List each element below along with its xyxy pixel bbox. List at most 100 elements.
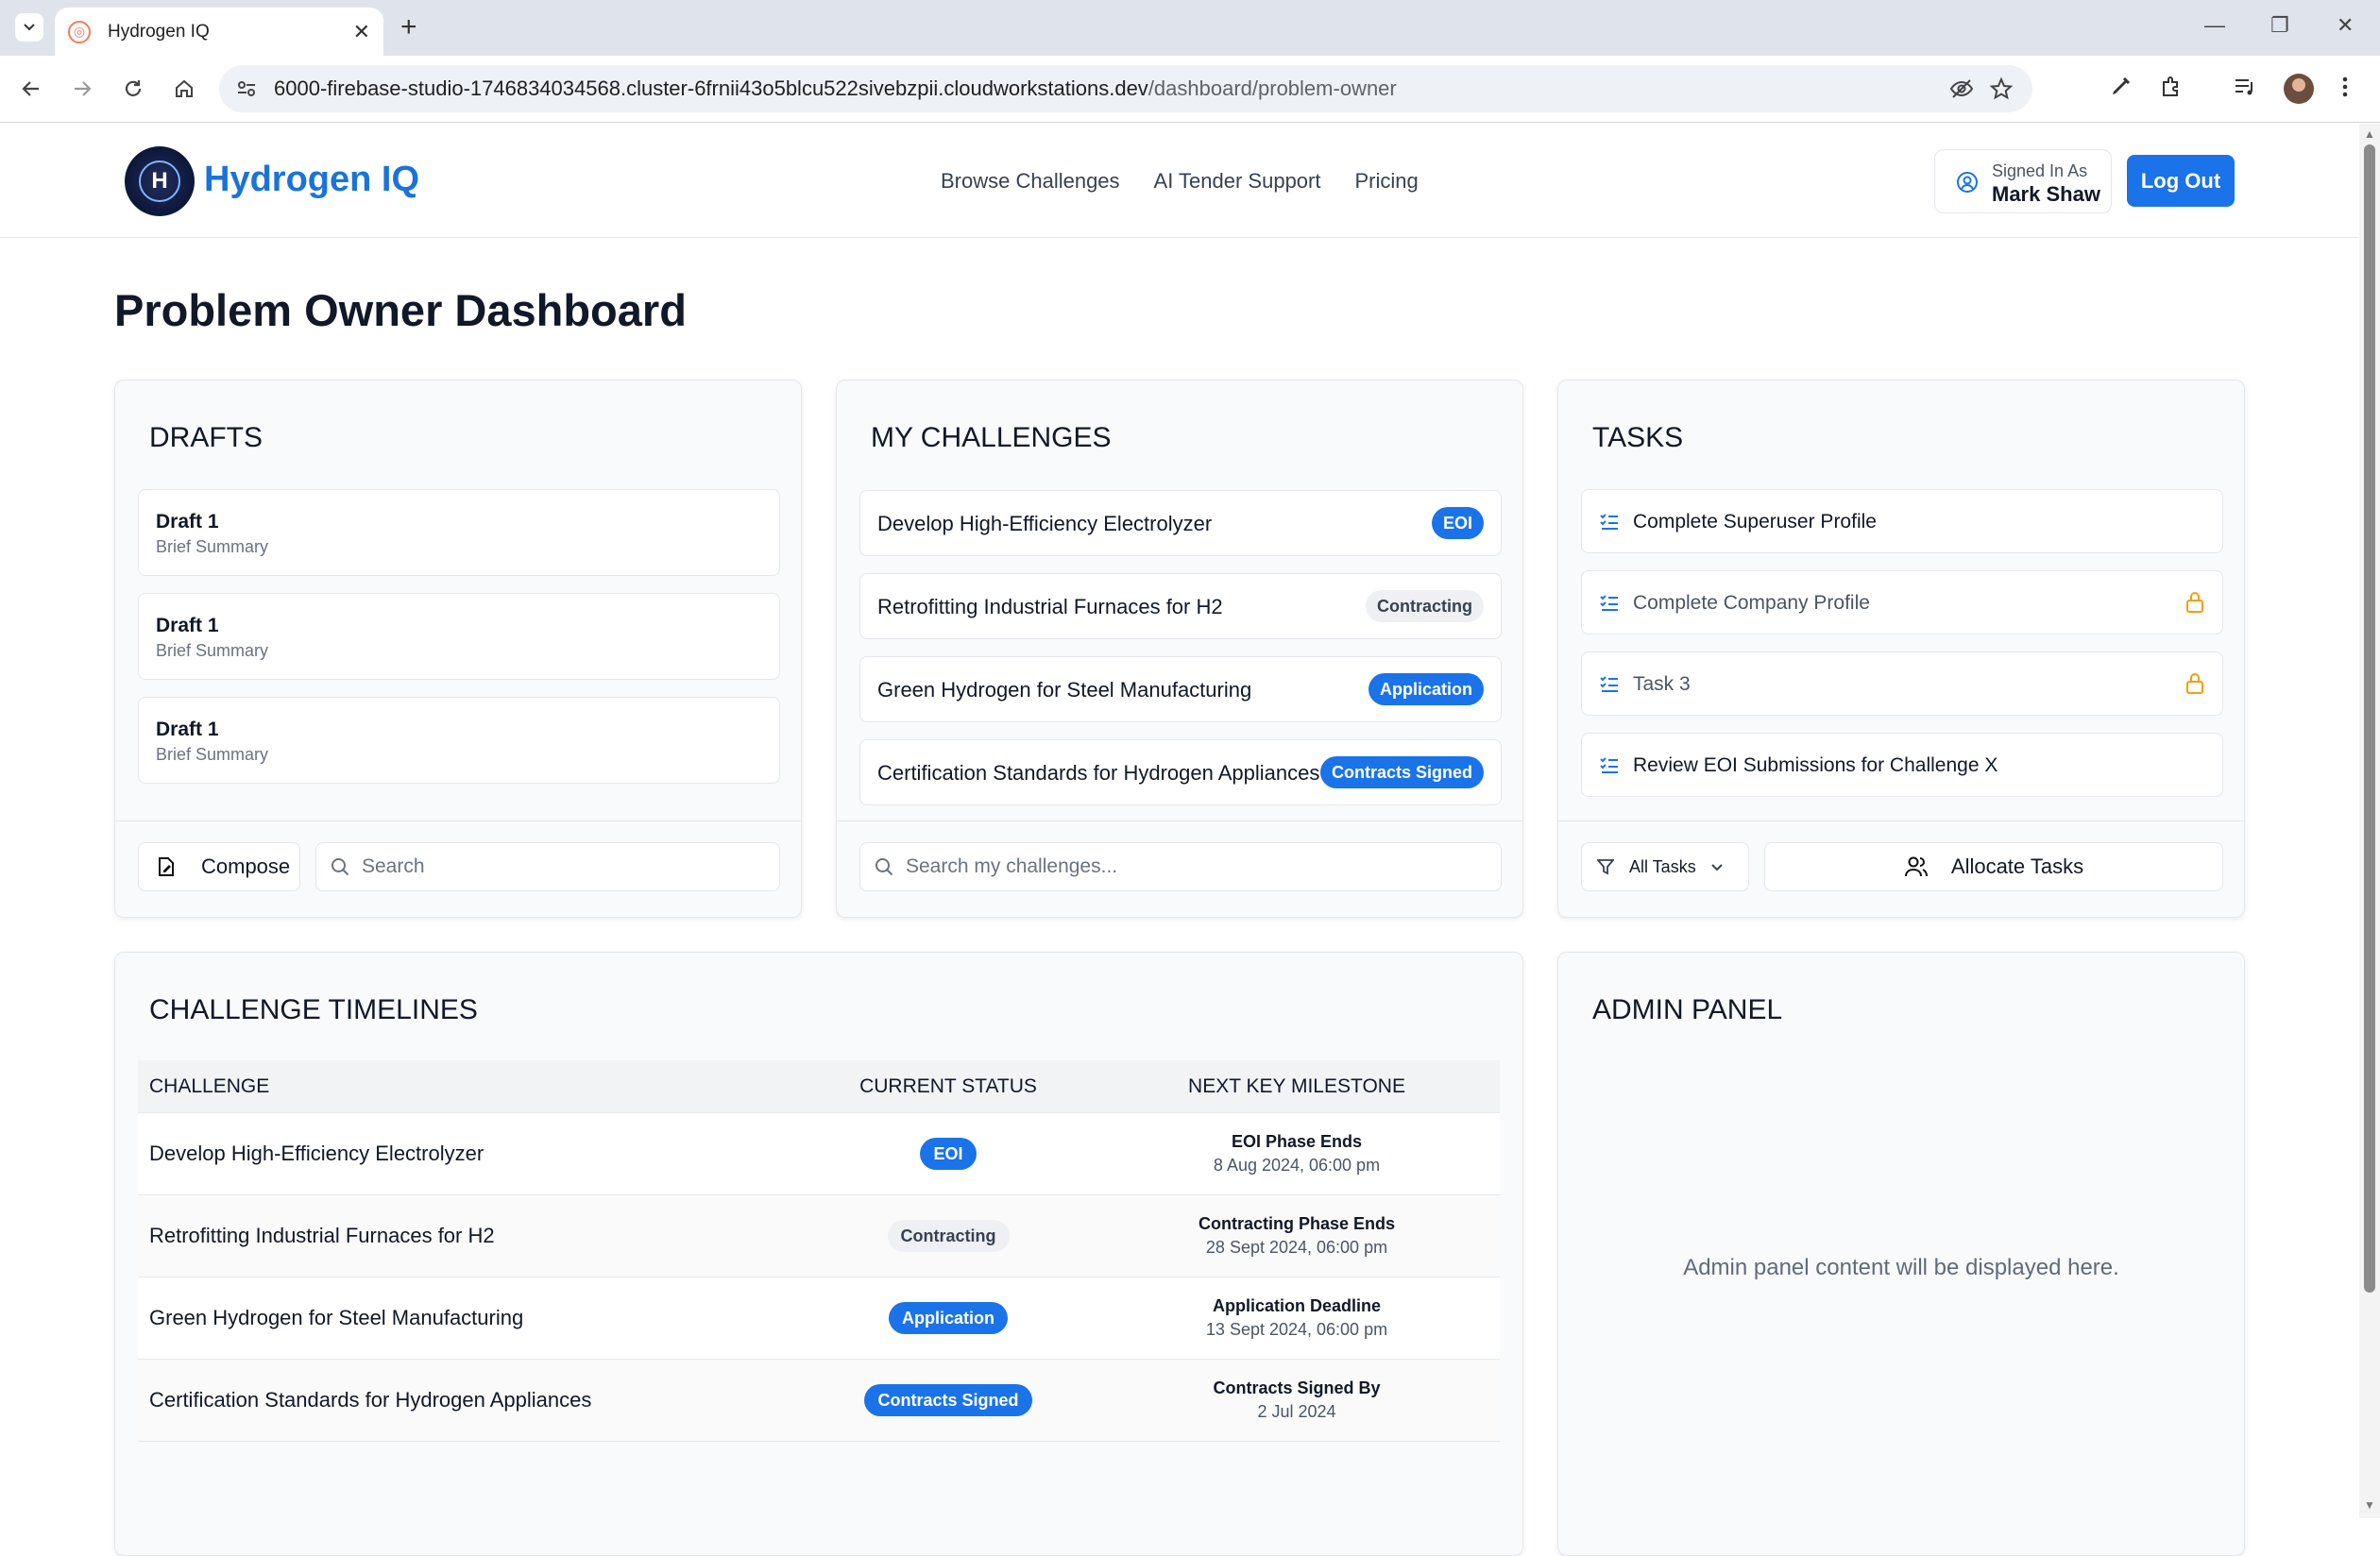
forward-button[interactable] [66, 73, 98, 105]
signed-in-label: Signed In As [1992, 161, 2088, 180]
draft-title: Draft 1 [156, 615, 219, 636]
eye-off-icon[interactable] [1949, 76, 1974, 101]
draft-summary: Brief Summary [156, 745, 269, 764]
status-badge: Contracts Signed [864, 1384, 1032, 1416]
table-row[interactable]: Certification Standards for Hydrogen App… [138, 1360, 1500, 1442]
browser-toolbar: 6000-firebase-studio-1746834034568.clust… [0, 56, 2380, 123]
nav-browse-challenges[interactable]: Browse Challenges [941, 169, 1120, 194]
reload-icon [125, 80, 142, 96]
my-challenges-title: MY CHALLENGES [871, 422, 1112, 453]
page-scrollbar[interactable]: ▲ ▼ [2359, 124, 2380, 1518]
task-title: Task 3 [1633, 673, 1691, 695]
bookmark-star-icon[interactable] [1989, 76, 2014, 101]
milestone-name: Application Deadline [1212, 1296, 1382, 1315]
draft-item[interactable]: Draft 1 Brief Summary [138, 697, 780, 784]
checklist-icon [1599, 592, 1620, 613]
admin-title: ADMIN PANEL [1592, 994, 1783, 1025]
draft-item[interactable]: Draft 1 Brief Summary [138, 489, 780, 576]
table-row[interactable]: Green Hydrogen for Steel Manufacturing A… [138, 1277, 1500, 1360]
home-icon [176, 79, 193, 97]
milestone-name: Contracting Phase Ends [1198, 1214, 1396, 1233]
scroll-up-icon[interactable]: ▲ [2364, 127, 2375, 141]
new-tab-button[interactable]: + [400, 11, 417, 43]
pen-icon[interactable] [2108, 75, 2133, 99]
milestone-date: 13 Sept 2024, 06:00 pm [1205, 1320, 1388, 1339]
challenge-title: Develop High-Efficiency Electrolyzer [877, 512, 1213, 535]
nav-ai-tender-support[interactable]: AI Tender Support [1154, 169, 1321, 194]
nav-pricing[interactable]: Pricing [1354, 169, 1418, 194]
close-tab-icon[interactable]: ✕ [353, 20, 370, 44]
url-path: /dashboard/problem-owner [1148, 76, 1397, 100]
draft-title: Draft 1 [156, 719, 219, 740]
site-info-icon[interactable] [236, 78, 259, 99]
table-row[interactable]: Retrofitting Industrial Furnaces for H2 … [138, 1195, 1500, 1277]
allocate-label: Allocate Tasks [1950, 854, 2084, 878]
admin-panel-card: ADMIN PANEL Admin panel content will be … [1557, 952, 2245, 1556]
back-button[interactable] [15, 73, 47, 105]
task-title: Complete Company Profile [1633, 592, 1870, 614]
extensions-icon[interactable] [2159, 75, 2184, 99]
signed-in-box[interactable]: Signed In As Mark Shaw [1934, 149, 2112, 213]
browser-tab-bar: ◎ Hydrogen IQ ✕ + — ❐ ✕ [0, 0, 2380, 56]
challenge-item[interactable]: Certification Standards for Hydrogen App… [859, 739, 1502, 805]
brand-name[interactable]: Hydrogen IQ [204, 160, 419, 200]
task-item[interactable]: Review EOI Submissions for Challenge X [1581, 733, 2223, 797]
reload-button[interactable] [117, 73, 149, 105]
profile-avatar[interactable] [2284, 74, 2314, 104]
drafts-card: DRAFTS Draft 1 Brief Summary Draft 1 Bri… [114, 380, 802, 918]
checklist-icon [1599, 511, 1620, 532]
table-row[interactable]: Develop High-Efficiency Electrolyzer EOI… [138, 1113, 1500, 1195]
task-title: Review EOI Submissions for Challenge X [1633, 754, 1998, 776]
address-bar[interactable]: 6000-firebase-studio-1746834034568.clust… [219, 65, 2032, 112]
allocate-tasks-button[interactable]: Allocate Tasks [1764, 842, 2223, 891]
page-title: Problem Owner Dashboard [114, 285, 687, 335]
compose-button[interactable]: Compose [138, 842, 300, 891]
challenge-item[interactable]: Green Hydrogen for Steel Manufacturing A… [859, 656, 1502, 722]
browser-tab[interactable]: ◎ Hydrogen IQ ✕ [55, 8, 383, 56]
close-window-icon[interactable]: ✕ [2337, 13, 2354, 38]
search-icon [874, 856, 894, 877]
task-item[interactable]: Complete Superuser Profile [1581, 489, 2223, 553]
task-filter-select[interactable]: All Tasks [1581, 842, 1749, 891]
timelines-table: CHALLENGE CURRENT STATUS NEXT KEY MILEST… [138, 1060, 1500, 1442]
restore-icon[interactable]: ❐ [2270, 13, 2289, 38]
scrollbar-thumb[interactable] [2364, 144, 2375, 1293]
logout-button[interactable]: Log Out [2127, 155, 2235, 207]
draft-item[interactable]: Draft 1 Brief Summary [138, 593, 780, 680]
drafts-search[interactable] [315, 842, 780, 891]
challenges-search-input[interactable] [906, 855, 1408, 878]
lock-icon [2184, 671, 2205, 696]
favicon-icon: ◎ [68, 20, 91, 43]
challenges-search[interactable] [859, 842, 1502, 891]
column-header: CHALLENGE [149, 1074, 270, 1097]
challenge-item[interactable]: Retrofitting Industrial Furnaces for H2 … [859, 573, 1502, 639]
chevron-down-icon [1709, 859, 1725, 874]
task-title: Complete Superuser Profile [1633, 511, 1877, 533]
user-name: Mark Shaw [1992, 182, 2100, 206]
search-icon [330, 856, 350, 877]
status-badge: Application [1368, 673, 1484, 705]
lock-icon [2184, 590, 2205, 615]
scroll-down-icon[interactable]: ▼ [2364, 1498, 2375, 1512]
status-badge: Contracting [887, 1220, 1010, 1252]
draft-title: Draft 1 [156, 511, 219, 533]
challenge-title: Retrofitting Industrial Furnaces for H2 [877, 595, 1223, 618]
challenge-item[interactable]: Develop High-Efficiency Electrolyzer EOI [859, 490, 1502, 556]
tab-title: Hydrogen IQ [108, 21, 210, 42]
drafts-search-input[interactable] [362, 855, 722, 878]
home-button[interactable] [168, 73, 200, 105]
hydrogen-iq-logo[interactable]: H [125, 146, 195, 216]
minimize-icon[interactable]: — [2204, 13, 2225, 38]
compose-icon [156, 856, 177, 877]
status-badge: EOI [920, 1138, 977, 1170]
timelines-title: CHALLENGE TIMELINES [149, 994, 478, 1025]
task-item[interactable]: Complete Company Profile [1581, 570, 2223, 634]
site-header: H Hydrogen IQ Browse Challenges AI Tende… [0, 124, 2359, 238]
admin-message: Admin panel content will be displayed he… [1683, 1255, 2119, 1280]
challenges-list[interactable]: Develop High-Efficiency Electrolyzer EOI… [837, 482, 1522, 820]
main-nav: Browse Challenges AI Tender Support Pric… [941, 169, 1419, 194]
tab-search-button[interactable] [15, 13, 43, 42]
browser-menu-icon[interactable] [2340, 75, 2350, 99]
media-controls-icon[interactable] [2233, 75, 2257, 99]
task-item[interactable]: Task 3 [1581, 651, 2223, 716]
